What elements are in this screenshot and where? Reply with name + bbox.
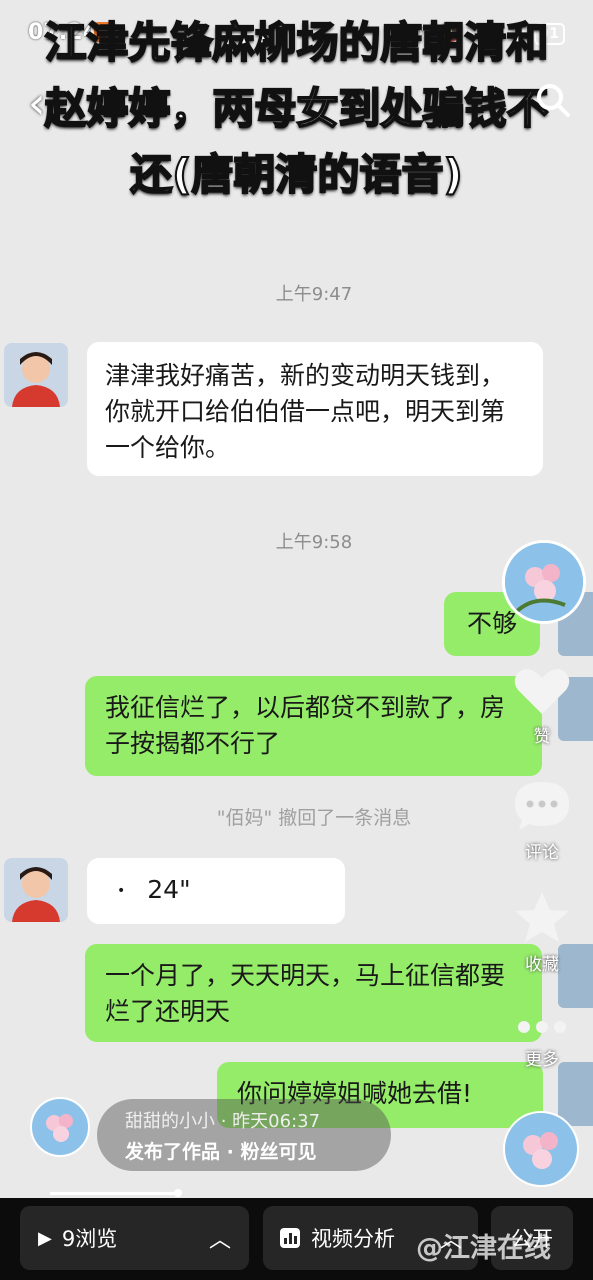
views-button[interactable]: ▶ 9浏览 ︿ <box>20 1206 249 1270</box>
more-dots-icon <box>518 1021 566 1033</box>
author-name: 甜甜的小小 · 昨天06:37 <box>125 1111 321 1132</box>
play-icon: ▶ <box>38 1227 52 1249</box>
watermark: @江津在线 <box>416 1233 551 1264</box>
voice-wave-icon: • <box>117 883 126 899</box>
comment-button[interactable]: 评论 <box>502 780 582 863</box>
chevron-up-icon: ︿ <box>208 1228 231 1253</box>
views-label: 9浏览 <box>61 1227 118 1251</box>
analysis-label: 视频分析 <box>311 1227 395 1251</box>
comment-icon <box>515 782 569 830</box>
self-avatar[interactable] <box>558 1062 593 1126</box>
music-disc-avatar[interactable] <box>503 1111 579 1187</box>
title-line: 赵婷婷，两母女到处骗钱不 <box>43 83 549 134</box>
search-icon[interactable] <box>533 80 573 120</box>
contact-avatar[interactable] <box>4 343 68 407</box>
message-bubble-outgoing[interactable]: 一个月了，天天明天，马上征信都要烂了还明天 <box>85 944 542 1042</box>
timestamp: 上午9:47 <box>275 284 353 305</box>
comment-label: 评论 <box>525 843 559 863</box>
like-button[interactable]: 赞 <box>502 666 582 747</box>
favorite-label: 收藏 <box>525 955 559 975</box>
back-arrow-icon[interactable]: ‹ <box>28 82 46 126</box>
star-icon <box>515 892 569 942</box>
title-line: 江津先锋麻柳场的唐朝清和 <box>43 17 549 68</box>
video-progress-handle[interactable] <box>174 1189 182 1197</box>
message-bubble-incoming[interactable]: 津津我好痛苦，新的变动明天钱到，你就开口给伯伯借一点吧，明天到第一个给你。 <box>87 342 543 476</box>
title-line: 还(唐朝清的语音) <box>129 149 463 200</box>
heart-icon <box>514 669 570 714</box>
analytics-icon <box>280 1228 300 1248</box>
video-progress-bar[interactable] <box>50 1192 180 1195</box>
more-button[interactable]: 更多 <box>502 1015 582 1070</box>
contact-avatar[interactable] <box>4 858 68 922</box>
more-label: 更多 <box>525 1050 559 1070</box>
like-label: 赞 <box>533 727 551 747</box>
author-info[interactable]: 甜甜的小小 · 昨天06:37 发布了作品 · 粉丝可见 <box>97 1099 391 1171</box>
timestamp: 上午9:58 <box>275 532 353 553</box>
message-bubble-outgoing[interactable]: 我征信烂了，以后都贷不到款了，房子按揭都不行了 <box>85 676 542 776</box>
favorite-button[interactable]: 收藏 <box>502 890 582 975</box>
author-subtitle: 发布了作品 · 粉丝可见 <box>125 1141 317 1163</box>
creator-avatar[interactable] <box>502 540 586 624</box>
voice-duration: 24" <box>147 875 191 904</box>
author-avatar[interactable] <box>30 1097 90 1157</box>
video-title: 江津先锋麻柳场的唐朝清和 赵婷婷，两母女到处骗钱不 还(唐朝清的语音) <box>0 10 593 208</box>
voice-message-bubble[interactable]: • 24" <box>87 858 345 924</box>
